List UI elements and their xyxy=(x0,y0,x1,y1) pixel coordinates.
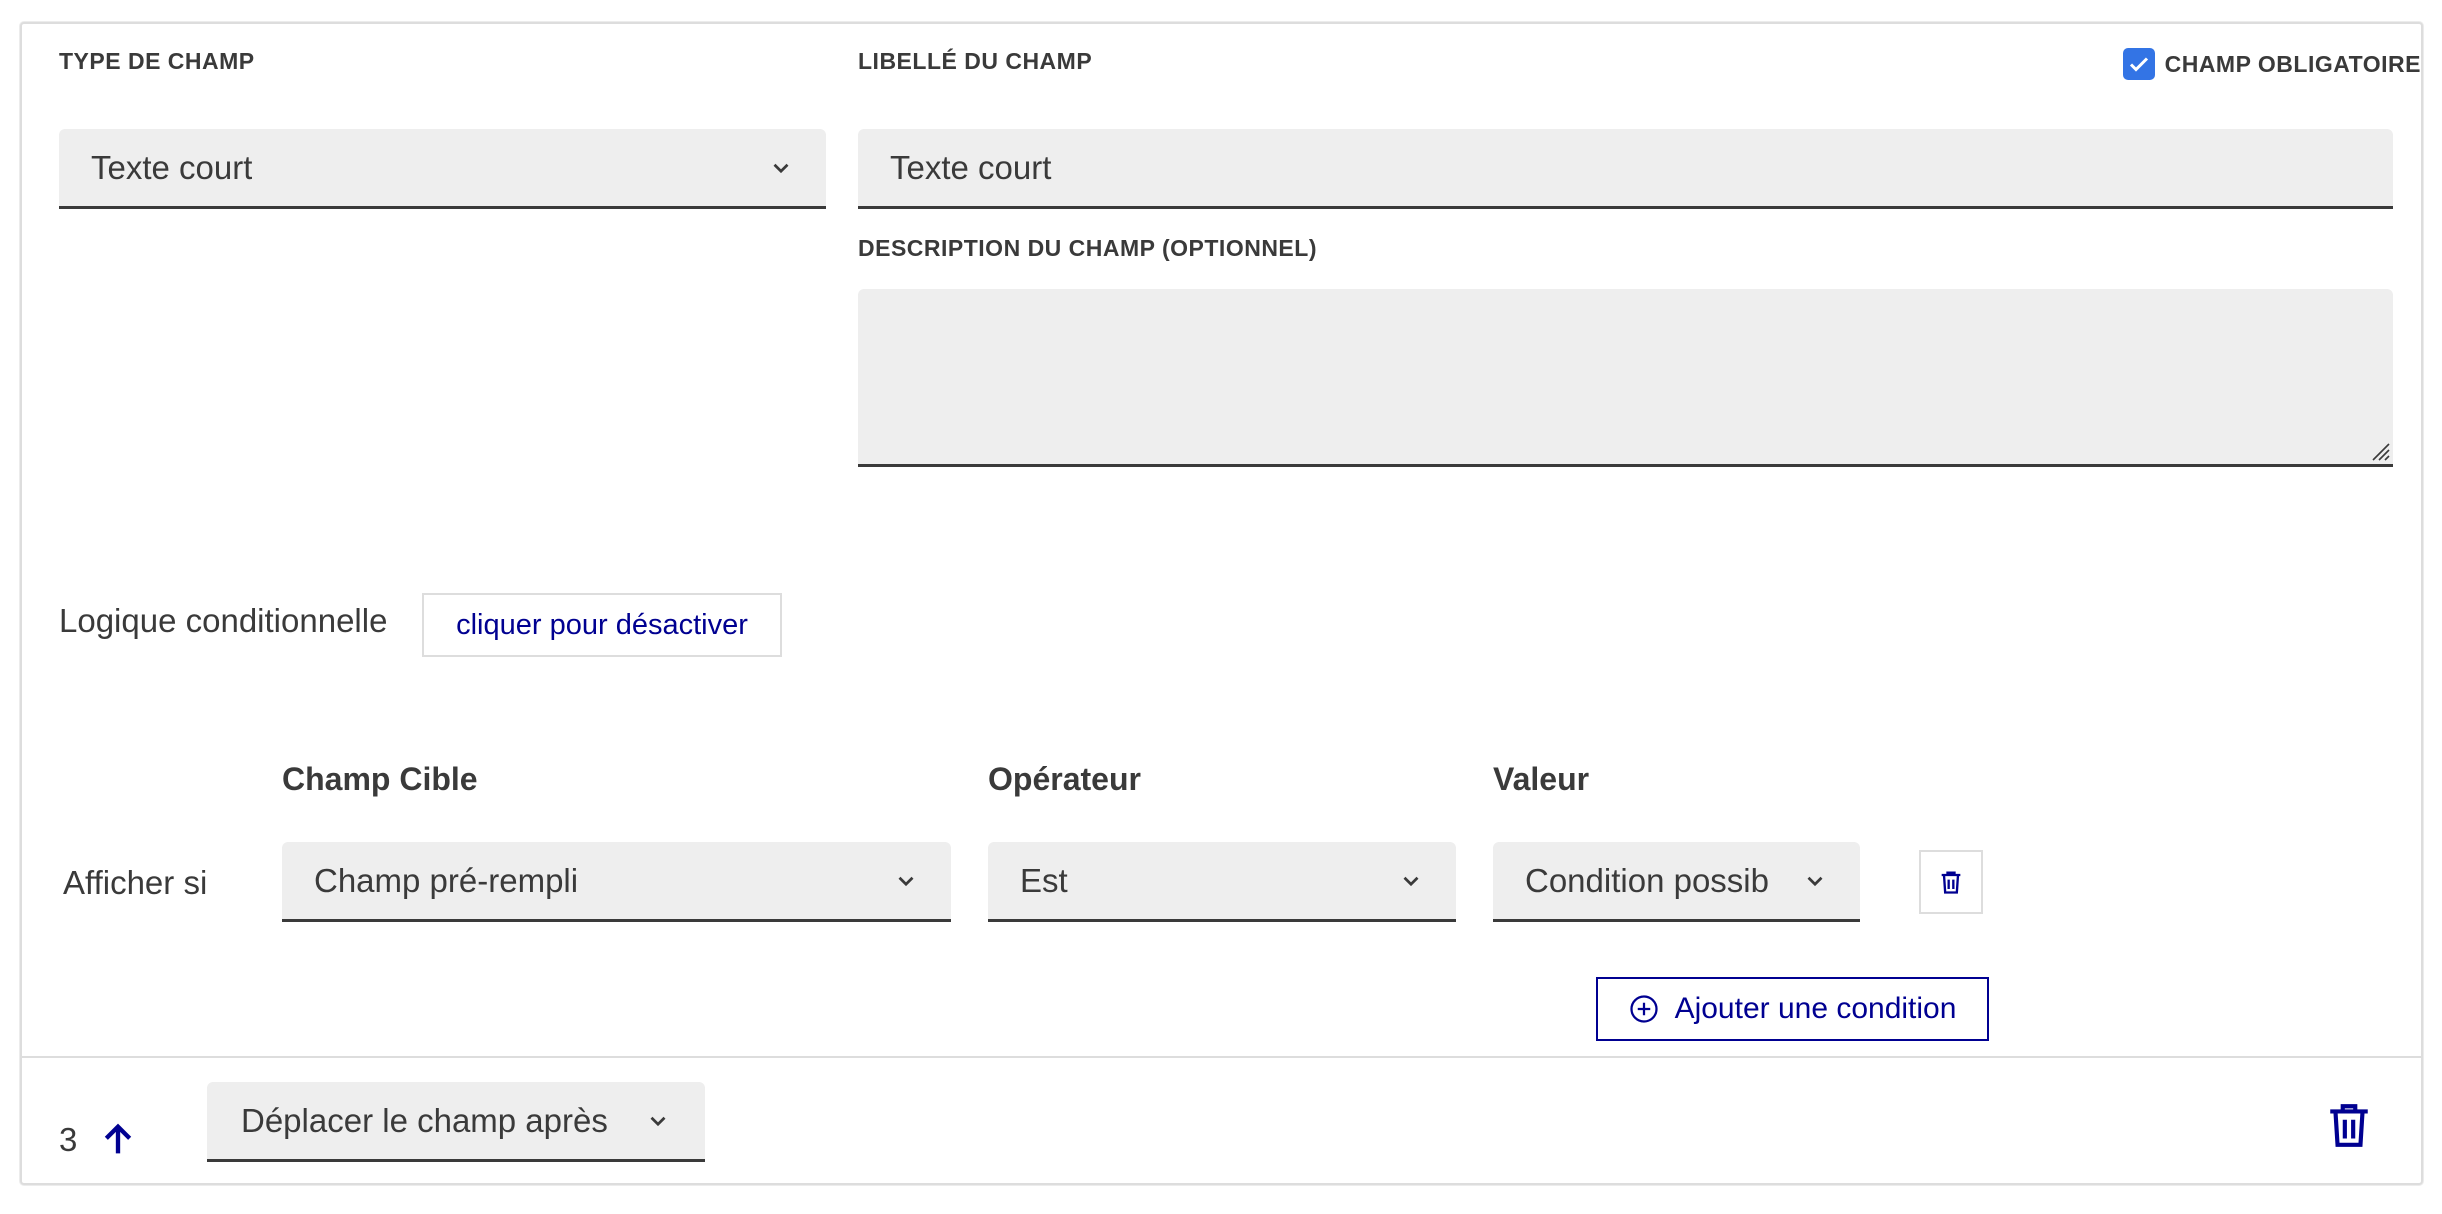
chevron-down-icon xyxy=(773,163,789,173)
trash-icon xyxy=(2330,1104,2368,1147)
move-after-select[interactable]: Déplacer le champ après xyxy=(207,1082,705,1162)
add-condition-label: Ajouter une condition xyxy=(1674,992,1957,1025)
show-if-label: Afficher si xyxy=(63,864,208,901)
delete-condition-button[interactable] xyxy=(1919,850,1983,914)
field-type-value: Texte court xyxy=(91,148,253,186)
delete-field-button[interactable] xyxy=(2324,1100,2374,1155)
add-condition-button[interactable]: Ajouter une condition xyxy=(1596,977,1989,1041)
trash-icon xyxy=(1941,871,1961,894)
footer-divider xyxy=(22,1056,2421,1058)
chevron-down-icon xyxy=(1807,876,1823,886)
move-up-button[interactable] xyxy=(98,1120,138,1165)
field-position-number: 3 xyxy=(59,1121,78,1158)
target-field-select[interactable]: Champ pré-rempli xyxy=(282,842,951,922)
target-field-value: Champ pré-rempli xyxy=(314,861,579,899)
required-label: CHAMP OBLIGATOIRE xyxy=(2164,50,2421,77)
value-header: Valeur xyxy=(1493,761,1590,797)
plus-circle-icon xyxy=(1629,995,1658,1023)
resize-handle-icon[interactable] xyxy=(2367,438,2391,462)
value-select[interactable]: Condition possib xyxy=(1493,842,1860,922)
target-field-header: Champ Cible xyxy=(282,761,478,797)
arrow-up-icon xyxy=(104,1123,132,1154)
disable-conditional-button[interactable]: cliquer pour désactiver xyxy=(422,593,782,657)
field-name-value: Texte court xyxy=(890,148,1052,186)
field-type-select[interactable]: Texte court xyxy=(59,129,826,209)
operator-header: Opérateur xyxy=(988,761,1141,797)
field-name-label: LIBELLÉ DU CHAMP xyxy=(858,48,1093,74)
required-checkbox[interactable] xyxy=(2122,48,2155,80)
field-description-label: DESCRIPTION DU CHAMP (OPTIONNEL) xyxy=(858,235,1317,261)
field-description-textarea[interactable] xyxy=(858,289,2393,467)
required-checkbox-group[interactable]: CHAMP OBLIGATOIRE xyxy=(2122,48,2421,80)
value-value: Condition possib xyxy=(1525,861,1769,899)
conditional-logic-label: Logique conditionnelle xyxy=(59,602,388,639)
chevron-down-icon xyxy=(650,1116,666,1126)
operator-value: Est xyxy=(1020,861,1068,899)
field-type-label: TYPE DE CHAMP xyxy=(59,48,255,74)
field-name-input[interactable]: Texte court xyxy=(858,129,2393,209)
field-editor-card: TYPE DE CHAMP Texte court LIBELLÉ DU CHA… xyxy=(20,22,2423,1185)
move-after-value: Déplacer le champ après xyxy=(241,1101,608,1139)
operator-select[interactable]: Est xyxy=(988,842,1456,922)
check-icon xyxy=(2129,57,2148,72)
chevron-down-icon xyxy=(898,876,914,886)
chevron-down-icon xyxy=(1403,876,1419,886)
